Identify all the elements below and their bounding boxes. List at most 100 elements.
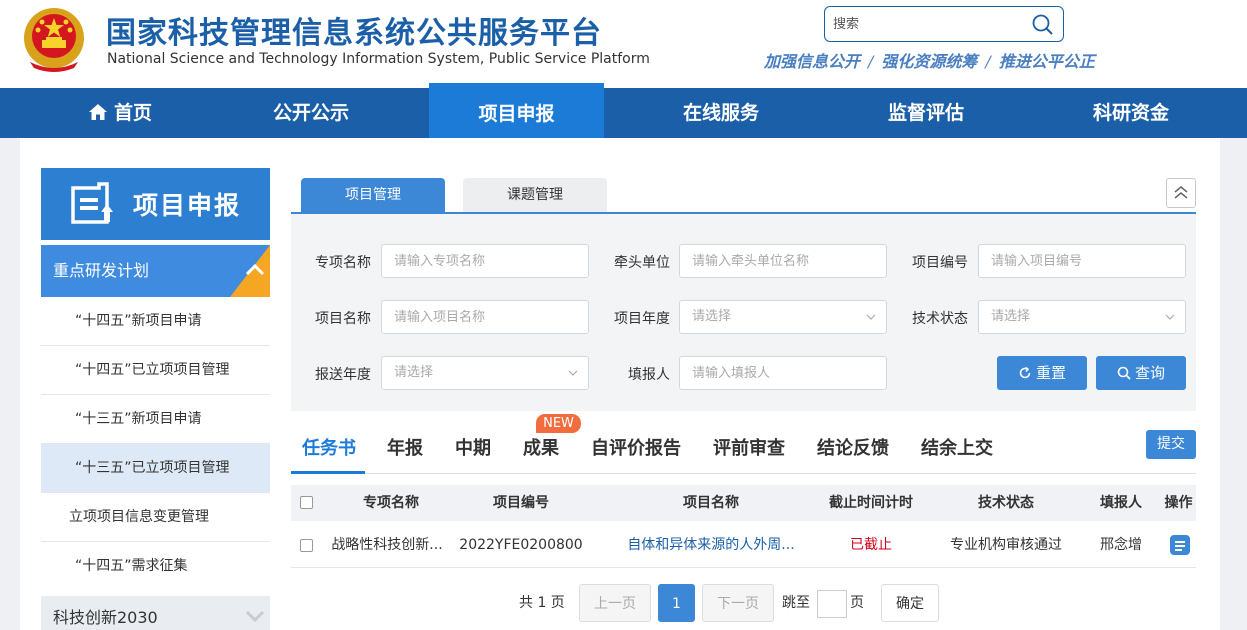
submit-year-select[interactable]: 请选择 (381, 356, 589, 390)
reset-button[interactable]: 重置 (997, 356, 1087, 390)
prev-page-button[interactable]: 上一页 (579, 584, 651, 622)
sidebar-item-14th-demand[interactable]: “十四五”需求征集 (41, 542, 270, 591)
label-special-name: 专项名称 (315, 255, 371, 271)
col-special-name: 专项名称 (363, 495, 419, 511)
document-icon (71, 182, 113, 224)
sidebar-item-13th-approved[interactable]: “十三五”已立项项目管理 (41, 444, 270, 493)
sidebar-group-2030[interactable]: 科技创新2030 (41, 596, 270, 630)
site-subtitle: National Science and Technology Informat… (107, 51, 650, 67)
col-reporter: 填报人 (1100, 495, 1142, 511)
confirm-button[interactable]: 确定 (881, 584, 939, 622)
row-checkbox[interactable] (300, 539, 313, 552)
tech-status-select[interactable]: 请选择 (978, 300, 1186, 334)
reporter-input[interactable] (679, 356, 887, 390)
nav-item-online-service[interactable]: 在线服务 (639, 88, 803, 138)
new-badge: NEW (536, 414, 581, 433)
goto-page-input[interactable] (817, 590, 847, 618)
sidebar-title: 项目申报 (133, 191, 242, 220)
home-icon (88, 104, 107, 120)
slogan-part-3: 推进公平公正 (998, 52, 1095, 71)
double-chevron-up-icon (1174, 186, 1188, 199)
refresh-icon (1019, 366, 1031, 379)
sidebar-header: 项目申报 (41, 168, 270, 240)
subtab-task-book[interactable]: 任务书 (302, 434, 356, 460)
query-button[interactable]: 查询 (1096, 356, 1186, 390)
slogan-part-1: 加强信息公开 (764, 52, 861, 71)
search-box[interactable] (824, 6, 1064, 42)
search-input[interactable] (833, 13, 1023, 35)
next-page-button[interactable]: 下一页 (702, 584, 774, 622)
subtab-midterm[interactable]: 中期 (455, 434, 491, 460)
chevron-down-icon (568, 370, 578, 376)
sidebar-item-14th-approved[interactable]: “十四五”已立项项目管理 (41, 346, 270, 395)
document-edit-icon[interactable] (1170, 535, 1190, 555)
subtab-active-underline (291, 471, 365, 474)
subtab-self-evaluation[interactable]: 自评价报告 (591, 434, 681, 460)
nav-item-public[interactable]: 公开公示 (229, 88, 393, 138)
select-placeholder: 请选择 (692, 309, 732, 324)
nav-item-label: 首页 (113, 102, 152, 124)
sidebar-group-key-rd[interactable]: 重点研发计划 (41, 245, 270, 297)
label-project-code: 项目编号 (912, 255, 968, 271)
nav-item-project-application[interactable]: 项目申报 (429, 83, 604, 143)
col-project-code: 项目编号 (493, 495, 549, 511)
label-lead-unit: 牵头单位 (614, 255, 670, 271)
label-tech-status: 技术状态 (912, 311, 968, 327)
search-icon (1117, 366, 1131, 380)
page-unit-label: 页 (850, 595, 864, 611)
slogan-separator: / (868, 52, 874, 71)
subtab-conclusion-feedback[interactable]: 结论反馈 (817, 434, 889, 460)
reset-label: 重置 (1035, 364, 1066, 382)
cell-special-name: 战略性科技创新... (331, 537, 443, 553)
search-icon[interactable] (1031, 13, 1055, 37)
label-project-name: 项目名称 (315, 311, 371, 327)
label-reporter: 填报人 (628, 367, 670, 383)
submit-button[interactable]: 提交 (1146, 430, 1196, 459)
cell-tech-status: 专业机构审核通过 (950, 537, 1062, 553)
nav-item-research-funds[interactable]: 科研资金 (1049, 88, 1213, 138)
site-title: 国家科技管理信息系统公共服务平台 (106, 16, 602, 51)
select-placeholder: 请选择 (394, 365, 434, 380)
nav-item-supervision[interactable]: 监督评估 (844, 88, 1008, 138)
subtab-annual-report[interactable]: 年报 (387, 434, 423, 460)
label-project-year: 项目年度 (614, 311, 670, 327)
subtab-results[interactable]: 成果 (523, 434, 559, 460)
subtab-surplus-return[interactable]: 结余上交 (921, 434, 993, 460)
sidebar-group-label: 重点研发计划 (53, 261, 150, 280)
tab-topic-management[interactable]: 课题管理 (463, 178, 607, 213)
slogan: 加强信息公开 / 强化资源统筹 / 推进公平公正 (764, 48, 1095, 72)
chevron-down-icon (866, 314, 876, 320)
col-tech-status: 技术状态 (978, 495, 1034, 511)
table-row: 战略性科技创新... 2022YFE0200800 自体和异体来源的人外周...… (291, 523, 1196, 568)
sidebar-item-13th-new[interactable]: “十三五”新项目申请 (41, 395, 270, 444)
sidebar-item-info-change[interactable]: 立项项目信息变更管理 (41, 493, 270, 542)
chevron-down-icon (245, 610, 265, 623)
subtabs-divider (291, 473, 1196, 474)
lead-unit-input[interactable] (679, 244, 887, 278)
collapse-button[interactable] (1166, 178, 1196, 208)
main-nav: 首页 公开公示 项目申报 在线服务 监督评估 科研资金 (0, 83, 1247, 143)
label-submit-year: 报送年度 (315, 367, 371, 383)
project-name-input[interactable] (381, 300, 589, 334)
chevron-down-icon (1165, 314, 1175, 320)
select-all-checkbox[interactable] (300, 496, 313, 509)
cell-deadline: 已截止 (850, 537, 892, 553)
cell-project-name-link[interactable]: 自体和异体来源的人外周... (611, 523, 811, 568)
page-1-button[interactable]: 1 (658, 584, 695, 622)
cell-project-code: 2022YFE0200800 (459, 537, 583, 553)
col-deadline: 截止时间计时 (829, 495, 913, 511)
col-operation: 操作 (1164, 495, 1193, 511)
site-header: 国家科技管理信息系统公共服务平台 National Science and Te… (0, 0, 1247, 88)
slogan-separator: / (985, 52, 991, 71)
query-label: 查询 (1134, 364, 1165, 382)
tab-project-management[interactable]: 项目管理 (301, 178, 445, 213)
nav-item-home[interactable]: 首页 (38, 88, 202, 138)
project-code-input[interactable] (978, 244, 1186, 278)
project-year-select[interactable]: 请选择 (679, 300, 887, 334)
national-emblem-icon (24, 8, 84, 72)
slogan-part-2: 强化资源统筹 (881, 52, 978, 71)
sidebar-group2-label: 科技创新2030 (53, 608, 158, 627)
subtab-pre-review[interactable]: 评前审查 (713, 434, 785, 460)
special-name-input[interactable] (381, 244, 589, 278)
sidebar-item-14th-new[interactable]: “十四五”新项目申请 (41, 297, 270, 346)
